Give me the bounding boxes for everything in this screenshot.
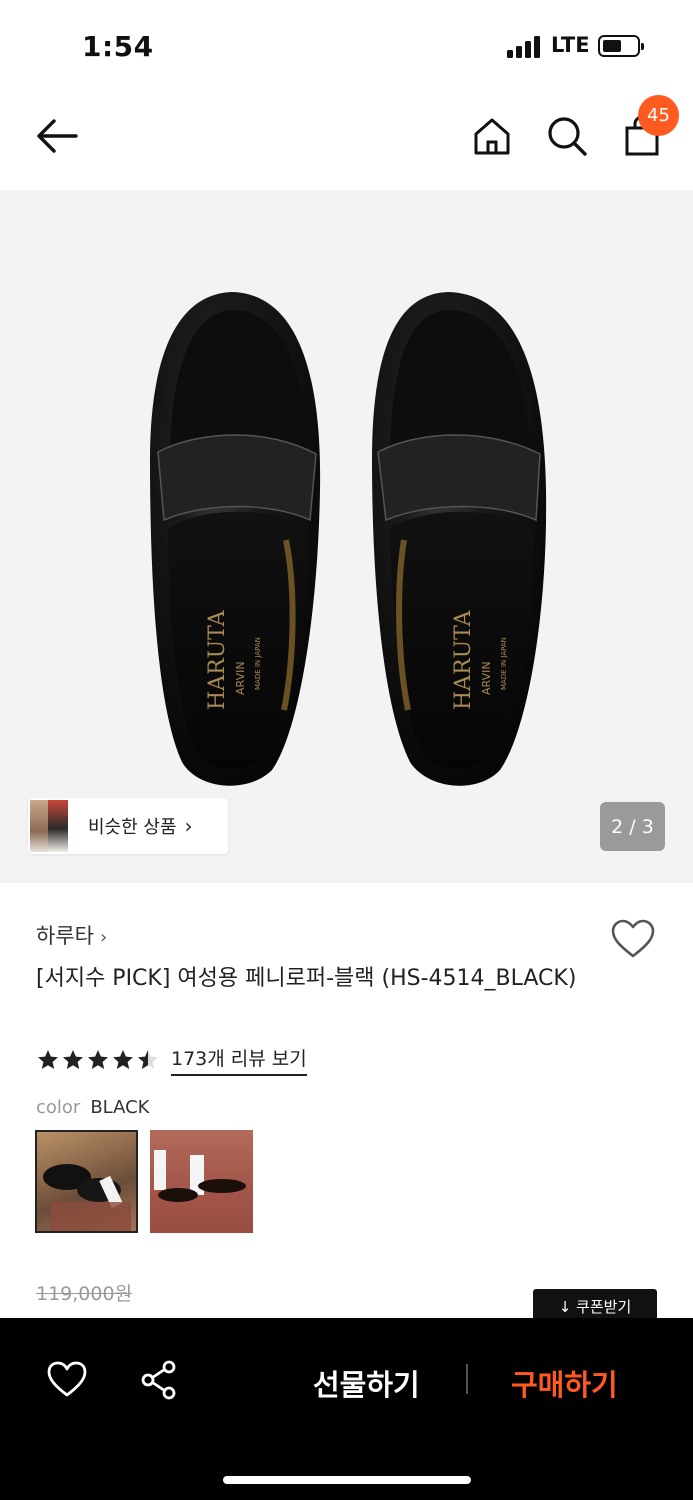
color-label: color bbox=[36, 1097, 81, 1118]
left-shoe: HARUTA ARVIN MADE IN JAPAN bbox=[150, 292, 321, 786]
insole-note: MADE IN JAPAN bbox=[254, 637, 262, 690]
star-icon bbox=[88, 1050, 108, 1069]
product-title: [서지수 PICK] 여성용 페니로퍼-블랙 (HS-4514_BLACK) bbox=[36, 966, 577, 991]
signal-icon bbox=[507, 36, 543, 58]
similar-products-label: 비슷한 상품 bbox=[88, 817, 177, 838]
original-price: 119,000원 bbox=[36, 1283, 133, 1305]
gift-button[interactable]: 선물하기 bbox=[313, 1362, 420, 1404]
product-image: HARUTA ARVIN MADE IN JAPAN HARUTA ARVIN … bbox=[150, 292, 547, 786]
rating-stars bbox=[36, 1048, 161, 1072]
home-icon[interactable] bbox=[470, 114, 514, 158]
color-row: color BLACK bbox=[36, 1097, 150, 1118]
network-label: LTE bbox=[551, 33, 590, 57]
review-link[interactable]: 173개 리뷰 보기 bbox=[171, 1044, 307, 1076]
similar-products-thumbnail bbox=[30, 800, 76, 852]
home-indicator bbox=[223, 1476, 471, 1484]
brand-name: 하루타 bbox=[36, 924, 94, 948]
status-bar: 1:54 LTE bbox=[0, 0, 693, 90]
similar-products-button[interactable]: 비슷한 상품 › bbox=[28, 798, 228, 854]
divider bbox=[466, 1364, 468, 1394]
swatch-image bbox=[43, 1164, 131, 1231]
insole-note: MADE IN JAPAN bbox=[500, 637, 508, 690]
insole-sub: ARVIN bbox=[480, 661, 493, 695]
insole-sub: ARVIN bbox=[234, 661, 247, 695]
back-arrow-icon[interactable] bbox=[34, 116, 80, 156]
product-image-gallery[interactable]: HARUTA ARVIN MADE IN JAPAN HARUTA ARVIN … bbox=[0, 190, 693, 883]
star-icon bbox=[38, 1050, 58, 1069]
star-icon bbox=[113, 1050, 133, 1069]
share-icon[interactable] bbox=[140, 1360, 178, 1400]
insole-brand: HARUTA bbox=[451, 609, 476, 710]
heart-icon[interactable] bbox=[46, 1360, 88, 1398]
star-icon bbox=[63, 1050, 83, 1069]
color-swatch[interactable] bbox=[150, 1130, 253, 1233]
insole-brand: HARUTA bbox=[205, 609, 230, 710]
cart-count-badge: 45 bbox=[638, 95, 679, 136]
status-time: 1:54 bbox=[82, 30, 154, 63]
chevron-right-icon: › bbox=[99, 927, 108, 948]
color-swatch-selected[interactable] bbox=[35, 1130, 138, 1233]
top-nav bbox=[0, 90, 693, 190]
search-icon[interactable] bbox=[545, 114, 589, 158]
rating-row: 173개 리뷰 보기 bbox=[36, 1044, 307, 1076]
swatch-image bbox=[154, 1150, 246, 1202]
battery-icon bbox=[598, 35, 644, 57]
buy-button[interactable]: 구매하기 bbox=[511, 1362, 618, 1404]
half-star-icon bbox=[138, 1050, 158, 1069]
right-shoe: HARUTA ARVIN MADE IN JAPAN bbox=[372, 292, 547, 786]
bottom-action-bar: 선물하기 구매하기 bbox=[0, 1318, 693, 1500]
color-value: BLACK bbox=[90, 1097, 150, 1118]
image-page-indicator: 2 / 3 bbox=[600, 802, 665, 851]
brand-link[interactable]: 하루타 › bbox=[36, 920, 107, 950]
wishlist-heart-icon[interactable] bbox=[610, 918, 656, 960]
chevron-right-icon: › bbox=[184, 814, 193, 838]
